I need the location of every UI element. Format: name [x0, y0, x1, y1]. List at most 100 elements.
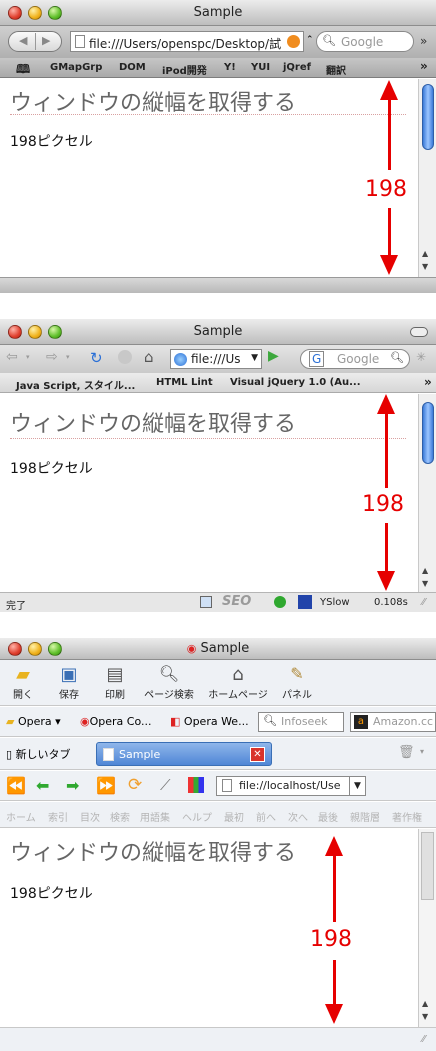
nav-link[interactable]: 著作権: [392, 809, 422, 824]
back-icon[interactable]: ⬅: [36, 776, 49, 795]
vertical-scrollbar[interactable]: ▲ ▼: [418, 79, 436, 277]
back-icon[interactable]: ⇦: [6, 349, 18, 365]
stop-icon[interactable]: [118, 350, 132, 364]
snapback-icon[interactable]: ⌃: [306, 35, 314, 45]
color-scheme-icon[interactable]: [188, 777, 204, 793]
opera-tab-bar: ▯ 新しいタブ Sample ✕ 🗑︎ ▾: [0, 738, 436, 770]
nav-link[interactable]: 最後: [318, 809, 338, 824]
bookmarks-book-icon[interactable]: 🕮: [16, 60, 30, 81]
personal-item-opera[interactable]: ▰ Opera ▾: [6, 715, 61, 728]
seo-icon[interactable]: SEO: [222, 594, 251, 609]
page-heading: ウィンドウの縦幅を取得する: [10, 412, 297, 437]
tab-sample[interactable]: Sample ✕: [96, 742, 272, 766]
personal-item-opera-web[interactable]: ◧ Opera We...: [170, 715, 249, 728]
infoseek-search-field[interactable]: 🔍︎ Infoseek: [258, 712, 344, 732]
opera-personal-bar: ▰ Opera ▾ ◉Opera Co... ◧ Opera We... 🔍︎ I…: [0, 707, 436, 737]
nav-link[interactable]: 親階層: [350, 809, 380, 824]
google-engine-icon[interactable]: G: [309, 351, 325, 367]
toolbar-overflow-icon[interactable]: »: [420, 34, 427, 48]
save-button[interactable]: ▣ 保存: [46, 664, 92, 701]
forward-dropdown-icon[interactable]: ▾: [66, 353, 70, 361]
new-tab-button[interactable]: ▯ 新しいタブ: [6, 746, 71, 762]
resize-grip-icon[interactable]: ⁄⁄: [422, 1034, 425, 1045]
back-dropdown-icon[interactable]: ▾: [26, 353, 30, 361]
nav-link[interactable]: ヘルプ: [182, 809, 212, 824]
page-info-icon[interactable]: [200, 596, 212, 608]
resize-grip-icon[interactable]: ⁄⁄: [422, 597, 425, 608]
check-icon[interactable]: [274, 596, 286, 608]
back-forward-buttons[interactable]: ◀ ▶: [8, 31, 62, 52]
scroll-down-arrow[interactable]: ▼: [422, 262, 428, 271]
bookmark-item[interactable]: GMapGrp: [50, 62, 102, 73]
rewind-icon[interactable]: ⏪: [6, 776, 26, 795]
nav-link[interactable]: 索引: [48, 809, 68, 824]
bookmark-item[interactable]: jQref: [283, 62, 311, 73]
nav-link[interactable]: 用語集: [140, 809, 170, 824]
print-button[interactable]: ▤ 印刷: [92, 664, 138, 701]
reload-icon[interactable]: [287, 35, 300, 48]
scroll-down-arrow[interactable]: ▼: [422, 579, 428, 588]
open-button[interactable]: ▰ 開く: [0, 664, 46, 701]
bookmark-item[interactable]: YUI: [251, 62, 270, 73]
safari-toolbar: ◀ ▶ file:///Users/openspc/Desktop/試 ⌃ 🔍︎…: [0, 26, 436, 58]
nav-link[interactable]: 目次: [80, 809, 100, 824]
amazon-search-field[interactable]: a Amazon.cc: [350, 712, 436, 732]
wand-icon[interactable]: ⟋: [160, 776, 171, 794]
bookmark-item[interactable]: Java Script, スタイル...: [16, 377, 135, 392]
address-field[interactable]: file:///Users/openspc/Desktop/試: [70, 31, 304, 52]
scroll-thumb[interactable]: [422, 402, 434, 464]
panels-icon: ✎: [290, 664, 304, 683]
address-dropdown-icon[interactable]: ▼: [349, 777, 365, 795]
forward-icon[interactable]: ➡: [66, 776, 79, 795]
page-content: ウィンドウの縦幅を取得する 198ピクセル: [0, 79, 418, 277]
go-icon[interactable]: ▶: [268, 348, 279, 364]
search-icon[interactable]: 🔍︎: [390, 351, 404, 364]
home-button[interactable]: ⌂ ホームページ: [202, 664, 274, 701]
trash-dropdown-icon[interactable]: ▾: [420, 747, 424, 756]
toolbar-toggle-button[interactable]: [410, 327, 428, 337]
reload-icon[interactable]: ⟳: [128, 775, 142, 795]
trash-icon[interactable]: 🗑︎: [398, 745, 415, 760]
vertical-scrollbar[interactable]: ▲ ▼: [418, 829, 436, 1027]
scroll-up-arrow[interactable]: ▲: [422, 249, 428, 258]
scroll-up-arrow[interactable]: ▲: [422, 999, 428, 1008]
scroll-thumb[interactable]: [422, 84, 434, 150]
yslow-label[interactable]: YSlow: [320, 597, 350, 608]
find-in-page-button[interactable]: 🔍︎ ページ検索: [136, 664, 202, 701]
reload-icon[interactable]: ↻: [90, 349, 103, 367]
bookmarks-overflow-icon[interactable]: »: [420, 59, 428, 73]
forward-arrow-icon[interactable]: ▶: [42, 34, 50, 47]
bookmark-item[interactable]: DOM: [119, 62, 146, 73]
yslow-icon[interactable]: [298, 595, 312, 609]
address-dropdown-icon[interactable]: ▼: [251, 353, 258, 363]
personal-item-opera-community[interactable]: ◉Opera Co...: [80, 715, 151, 728]
fast-forward-icon[interactable]: ⏩: [96, 776, 116, 795]
nav-link[interactable]: ホーム: [6, 809, 36, 824]
bookmark-item[interactable]: Y!: [224, 62, 236, 73]
address-field[interactable]: file://localhost/Use ▼: [216, 776, 366, 796]
close-tab-icon[interactable]: ✕: [250, 747, 265, 762]
bookmark-item[interactable]: iPod開発: [162, 62, 207, 77]
panels-button[interactable]: ✎ パネル: [274, 664, 320, 701]
search-field[interactable]: 🔍︎ Google: [316, 31, 414, 52]
home-icon[interactable]: ⌂: [144, 348, 154, 366]
scroll-up-arrow[interactable]: ▲: [422, 566, 428, 575]
window-title: Sample: [193, 5, 243, 20]
nav-link[interactable]: 次へ: [288, 809, 308, 824]
search-placeholder: Amazon.cc: [373, 715, 434, 728]
nav-link[interactable]: 前へ: [256, 809, 276, 824]
bookmark-item[interactable]: 翻訳: [326, 62, 346, 77]
bookmark-item[interactable]: Visual jQuery 1.0 (Au...: [230, 377, 361, 388]
bookmark-item[interactable]: HTML Lint: [156, 377, 213, 388]
bookmarks-overflow-icon[interactable]: »: [424, 375, 432, 389]
nav-link[interactable]: 最初: [224, 809, 244, 824]
nav-link[interactable]: 検索: [110, 809, 130, 824]
vertical-scrollbar[interactable]: ▲ ▼: [418, 394, 436, 592]
firefox-window: Sample ⇦ ▾ ⇨ ▾ ↻ ⌂ file:///Us ▼ ▶ G Goog…: [0, 319, 436, 612]
scroll-down-arrow[interactable]: ▼: [422, 1012, 428, 1021]
scroll-thumb[interactable]: [421, 832, 434, 900]
address-field[interactable]: file:///Us ▼: [170, 349, 262, 369]
back-arrow-icon[interactable]: ◀: [19, 34, 27, 47]
search-field[interactable]: G Google 🔍︎: [300, 349, 410, 369]
forward-icon[interactable]: ⇨: [46, 349, 58, 365]
